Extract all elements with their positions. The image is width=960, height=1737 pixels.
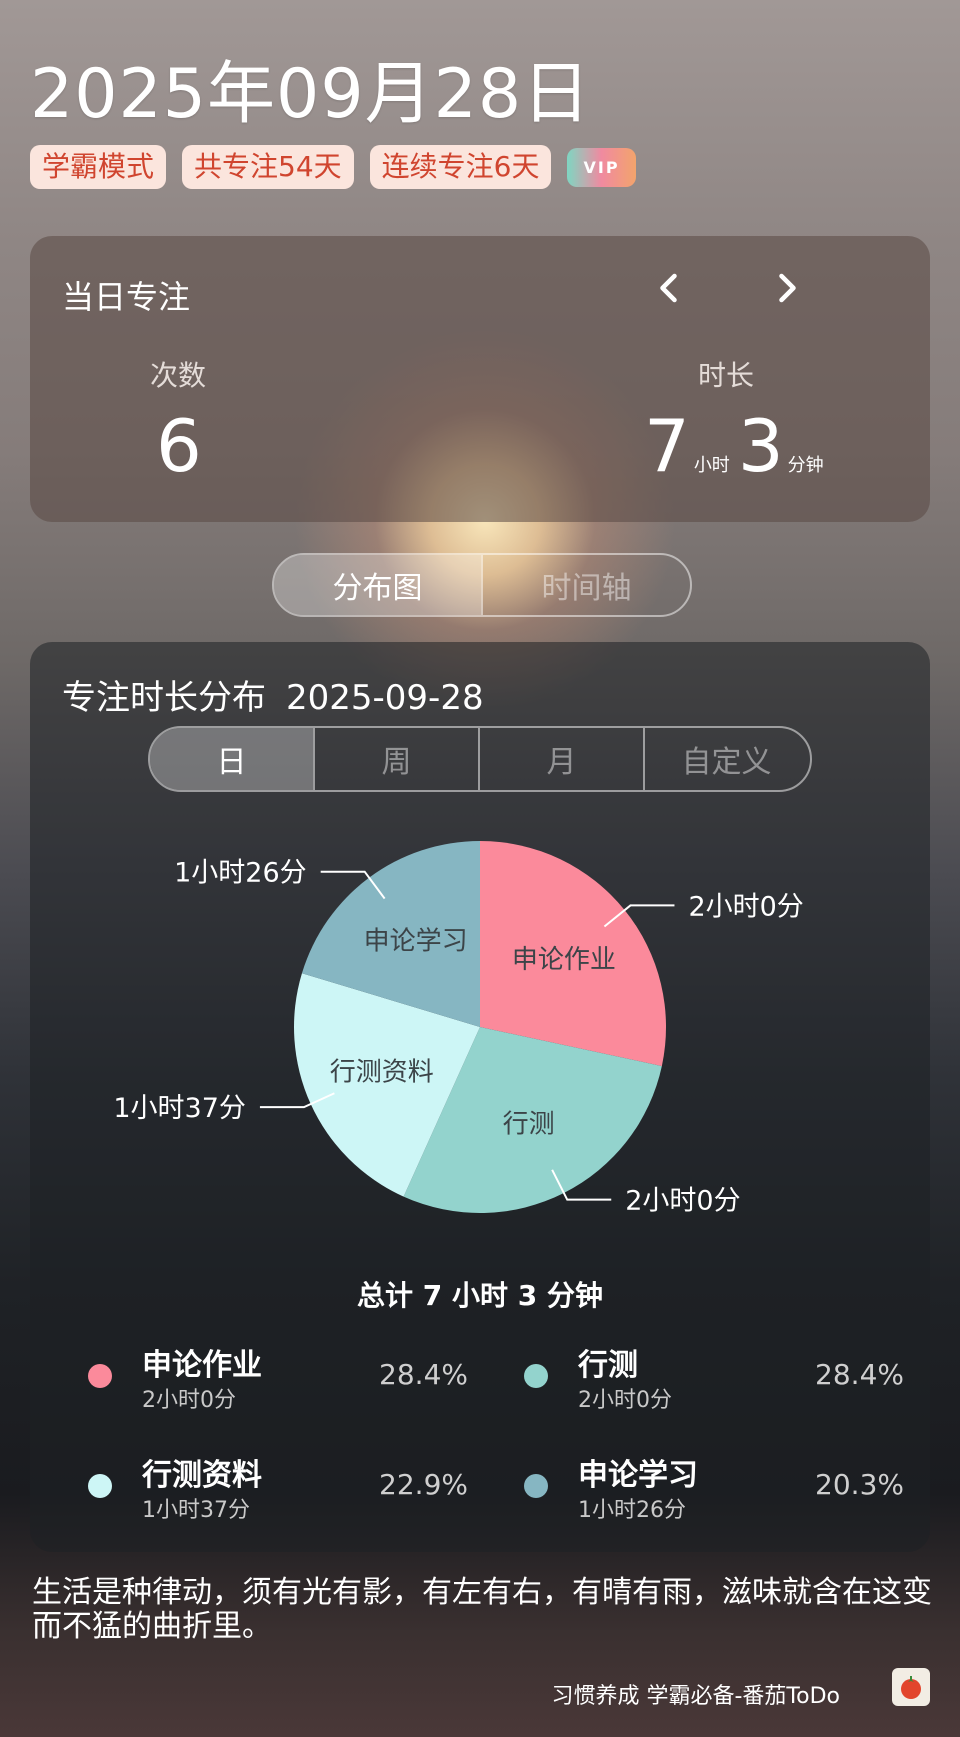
daily-focus-card: 当日专注 次数 6 时长 7 小时 3 分钟: [30, 236, 930, 522]
total-duration: 总计 7 小时 3 分钟: [357, 1279, 603, 1312]
distribution-pie-chart: 申论作业2小时0分行测2小时0分行测资料1小时37分申论学习1小时26分: [113, 841, 804, 1217]
legend-color-dot: [88, 1474, 112, 1498]
count-value: 6: [156, 404, 202, 488]
chevron-right-icon: [779, 273, 796, 303]
daily-focus-title: 当日专注: [62, 278, 191, 316]
legend-item: 申论学习 1小时26分 20.3%: [524, 1450, 904, 1523]
pie-value-label: 1小时26分: [174, 858, 307, 889]
legend-percent: 28.4%: [379, 1358, 468, 1391]
legend-color-dot: [524, 1474, 548, 1498]
minutes-unit: 分钟: [787, 455, 824, 476]
prev-day-button[interactable]: [648, 266, 692, 310]
footer-slogan: 习惯养成 学霸必备-番茄ToDo: [551, 1684, 841, 1709]
legend-percent: 22.9%: [379, 1468, 468, 1501]
legend-name: 行测: [578, 1348, 638, 1383]
legend-item: 行测资料 1小时37分 22.9%: [88, 1450, 468, 1523]
page-title: 2025年09月28日: [30, 55, 592, 134]
status-tags: 学霸模式 共专注54天 连续专注6天 VIP: [30, 145, 636, 189]
count-label: 次数: [150, 359, 207, 392]
legend-percent: 28.4%: [815, 1358, 904, 1391]
view-switcher: 分布图 时间轴: [272, 553, 692, 617]
legend-item: 行测 2小时0分 28.4%: [524, 1340, 904, 1413]
tomato-icon: [901, 1676, 921, 1699]
tab-distribution[interactable]: 分布图: [274, 555, 481, 615]
legend-name: 申论学习: [578, 1458, 698, 1493]
chevron-left-icon: [660, 273, 677, 303]
pie-value-label: 1小时37分: [113, 1093, 246, 1124]
pie-slice-label: 行测: [503, 1109, 555, 1139]
streak-badge: 连续专注6天: [369, 145, 552, 189]
legend-duration: 1小时37分: [142, 1498, 250, 1523]
pie-value-label: 2小时0分: [625, 1186, 740, 1217]
daily-quote: 生活是种律动，须有光有影，有左有右，有晴有雨，滋味就含在这变而不猛的曲折里。: [32, 1575, 932, 1644]
duration-hours: 7: [644, 404, 690, 488]
next-day-button[interactable]: [764, 266, 808, 310]
duration-minutes: 3: [737, 404, 784, 488]
pie-slice-label: 申论学习: [364, 926, 468, 956]
legend-duration: 2小时0分: [578, 1388, 672, 1413]
mode-badge: 学霸模式: [30, 145, 167, 189]
duration-label: 时长: [698, 359, 755, 392]
hours-unit: 小时: [693, 455, 730, 476]
legend-name: 行测资料: [142, 1458, 262, 1493]
tab-timeline[interactable]: 时间轴: [481, 555, 690, 615]
legend-item: 申论作业 2小时0分 28.4%: [88, 1340, 468, 1413]
total-days-badge: 共专注54天: [182, 145, 354, 189]
pie-value-label: 2小时0分: [688, 891, 803, 922]
distribution-card: 专注时长分布 2025-09-28 日 周 月 自定义 申论作业 2小时0分 行测 2小…: [30, 642, 930, 1552]
legend-percent: 20.3%: [815, 1468, 904, 1501]
pie-slice-label: 行测资料: [330, 1058, 434, 1088]
duration-value: 7 小时 3 分钟: [644, 410, 832, 502]
app-logo: [892, 1668, 930, 1706]
legend-color-dot: [524, 1364, 548, 1388]
legend-duration: 2小时0分: [142, 1388, 236, 1413]
pie-slice-label: 申论作业: [512, 945, 616, 975]
legend-duration: 1小时26分: [578, 1498, 686, 1523]
legend-name: 申论作业: [142, 1348, 262, 1383]
legend-color-dot: [88, 1364, 112, 1388]
vip-badge[interactable]: VIP: [567, 147, 636, 187]
